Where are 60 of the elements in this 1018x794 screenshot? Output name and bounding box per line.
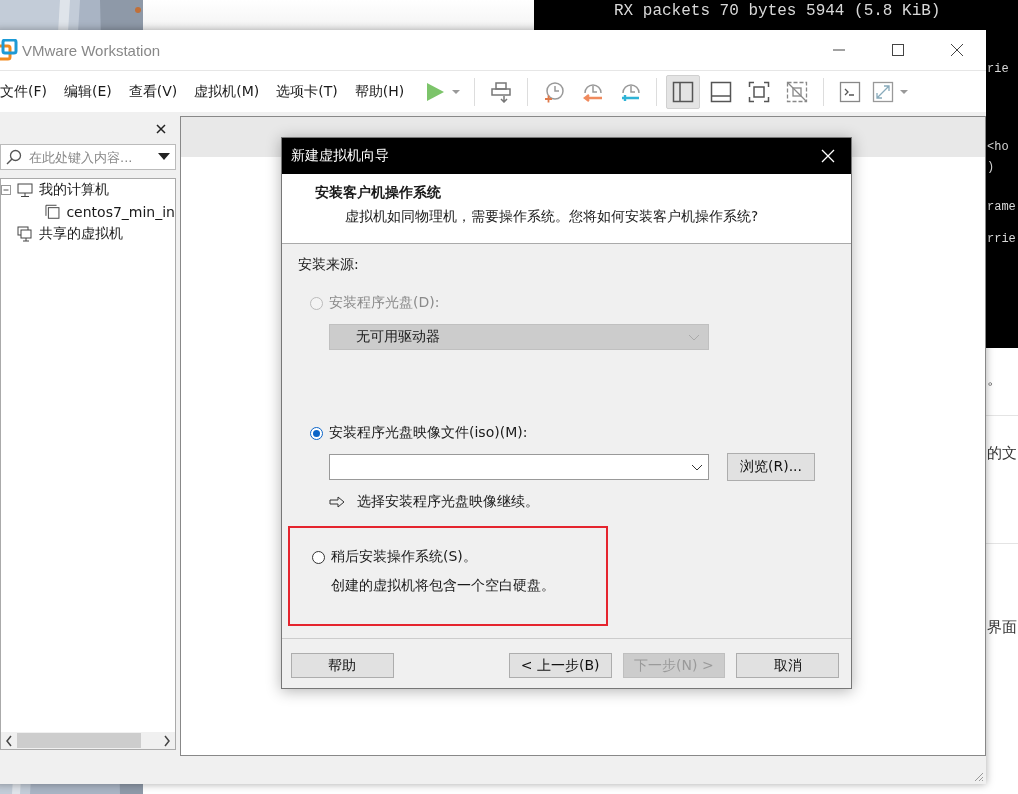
menu-item[interactable]: 文件(F)	[0, 82, 47, 101]
tree-item[interactable]: 共享的虚拟机	[39, 225, 123, 243]
radio-button[interactable]	[310, 426, 323, 440]
dropdown-icon[interactable]	[158, 153, 170, 161]
radio-label[interactable]: 安装程序光盘映像文件(iso)(M):	[329, 424, 528, 442]
hint-text: 选择安装程序光盘映像继续。	[357, 493, 539, 511]
menu-item[interactable]: 查看(V)	[128, 82, 178, 101]
chevron-down-icon	[691, 464, 703, 472]
menu-item[interactable]: 虚拟机(M)	[194, 82, 260, 101]
chevron-down-icon	[688, 334, 700, 342]
scroll-left-icon[interactable]	[5, 734, 13, 747]
toolbar-button[interactable]	[666, 74, 701, 109]
menu-item[interactable]: 帮助(H)	[354, 82, 405, 101]
radio-label[interactable]: 稍后安装操作系统(S)。	[331, 548, 477, 566]
app-logo-icon	[0, 39, 18, 61]
fullscreen-icon	[748, 80, 771, 103]
arrow-right-icon	[329, 496, 345, 508]
document-text: 的文	[987, 444, 1017, 463]
search-field[interactable]: 在此处键入内容...	[0, 144, 176, 170]
dialog-button[interactable]: 帮助	[291, 653, 394, 678]
resize-grip-icon[interactable]	[972, 770, 984, 782]
tree-item[interactable]: centos7_min_in	[66, 204, 175, 220]
tree-item[interactable]: 我的计算机	[39, 181, 109, 199]
radio-button[interactable]	[312, 550, 325, 564]
page-description: 虚拟机如同物理机，需要操作系统。您将如何安装客户机操作系统?	[344, 208, 760, 227]
console-icon	[839, 80, 862, 103]
horizontal-scrollbar[interactable]	[1, 732, 175, 749]
computer-icon	[17, 182, 33, 198]
clock-plus-icon	[543, 80, 566, 103]
terminal-line: RX packets 70 bytes 5944 (5.8 KiB)	[614, 2, 941, 20]
virtual-machine-icon	[45, 204, 61, 220]
document-text: 。	[987, 370, 1002, 389]
unity-off-icon	[786, 80, 809, 103]
sidebar-layout-icon	[672, 80, 695, 103]
maximize-icon[interactable]	[891, 43, 905, 57]
terminal-text: )	[987, 160, 995, 174]
dialog-button[interactable]: < 上一步(B)	[508, 653, 612, 678]
section-label: 安装来源:	[298, 256, 360, 274]
menu-item[interactable]: 选项卡(T)	[276, 82, 338, 101]
terminal-text: <ho	[987, 140, 1009, 154]
iso-path-field[interactable]	[329, 454, 709, 480]
close-icon[interactable]	[950, 43, 964, 57]
dialog-button[interactable]: 取消	[736, 653, 839, 678]
option-note: 创建的虚拟机将包含一个空白硬盘。	[331, 577, 556, 595]
browse-button[interactable]: 浏览(R)...	[727, 453, 815, 481]
collapse-icon[interactable]	[1, 185, 11, 195]
close-icon[interactable]	[156, 124, 166, 134]
scroll-right-icon[interactable]	[163, 734, 171, 747]
search-icon	[6, 149, 22, 165]
terminal-text: rrie	[987, 232, 1016, 246]
page-heading: 安装客户机操作系统	[315, 184, 442, 203]
shared-computers-icon	[17, 226, 33, 242]
terminal-text: rie	[987, 62, 1009, 76]
terminal-text: rame	[987, 200, 1016, 214]
dialog-title: 新建虚拟机向导	[291, 147, 389, 166]
window-title: VMware Workstation	[22, 41, 161, 59]
bottom-panel-icon	[710, 80, 733, 103]
keyboard-send-icon	[490, 80, 513, 103]
document-text: 界面	[987, 618, 1017, 637]
menu-item[interactable]: 编辑(E)	[64, 82, 112, 101]
